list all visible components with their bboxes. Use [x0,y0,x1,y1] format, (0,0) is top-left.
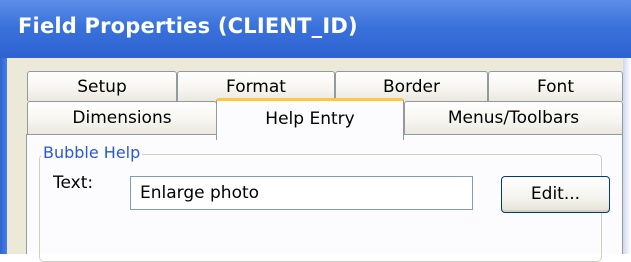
text-field-label: Text: [53,173,94,193]
dialog-body: Setup Format Border Font Dimensions Help… [7,58,623,262]
tab-border[interactable]: Border [335,71,488,101]
window-frame-right [623,58,631,254]
tab-setup[interactable]: Setup [27,71,177,101]
edit-button[interactable]: Edit... [501,176,610,213]
bubble-help-label: Bubble Help [41,143,143,162]
window-frame-left [0,58,7,254]
tab-font[interactable]: Font [488,71,623,101]
tab-menus-toolbars[interactable]: Menus/Toolbars [404,101,623,134]
title-bar[interactable]: Field Properties (CLIENT_ID) [0,0,631,58]
tab-panel-help-entry: Bubble Help Text: Enlarge photo Edit... [26,134,623,262]
bubble-help-text-input[interactable]: Enlarge photo [130,176,473,210]
tab-format[interactable]: Format [177,71,335,101]
tab-dimensions[interactable]: Dimensions [27,101,217,134]
tab-help-entry[interactable]: Help Entry [216,98,404,140]
window-title: Field Properties (CLIENT_ID) [18,14,358,38]
